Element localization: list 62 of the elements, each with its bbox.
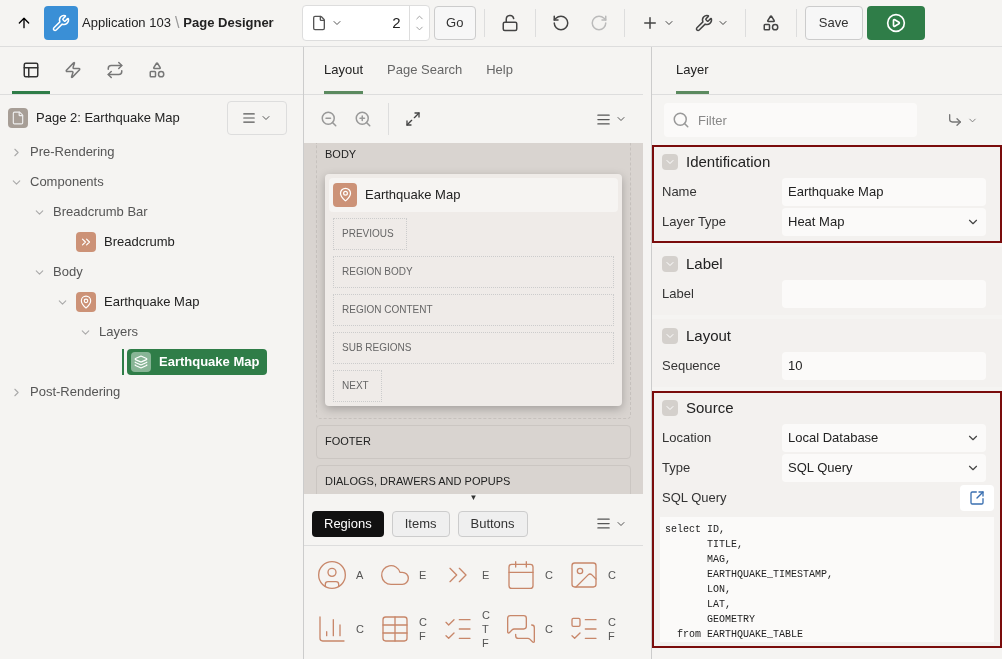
group-title[interactable]: Identification (686, 150, 771, 174)
text-field[interactable]: 10 (782, 352, 986, 380)
gallery-item[interactable]: E (379, 554, 442, 596)
group-title[interactable]: Layout (686, 324, 732, 348)
gallery-item[interactable]: C F (568, 608, 631, 648)
gallery-item[interactable]: C F (379, 608, 442, 648)
page-selector[interactable]: 2 (301, 5, 430, 41)
tree-item[interactable]: Pre-Rendering (30, 139, 115, 165)
tab[interactable]: Page Search (387, 48, 463, 94)
tree-item[interactable]: Breadcrumb (76, 229, 175, 255)
page-number: 2 (392, 12, 401, 33)
gallery-item[interactable]: C (316, 608, 379, 648)
tree-item[interactable]: Body (53, 259, 83, 285)
layout-section[interactable]: FOOTER (316, 424, 631, 459)
field-label: Location (662, 429, 713, 448)
group-title[interactable]: Source (686, 396, 734, 420)
region-slot[interactable]: NEXT (333, 369, 382, 402)
region-slot[interactable]: SUB REGIONS (333, 331, 614, 364)
tab[interactable]: Help (486, 48, 513, 94)
field-label: Type (662, 459, 692, 478)
page-title: Page Designer (183, 14, 274, 33)
tree-item[interactable]: Post-Rendering (30, 379, 121, 405)
select-field[interactable]: SQL Query (782, 454, 986, 482)
tree-item[interactable]: Layers (99, 319, 139, 345)
tab[interactable]: Layer (676, 48, 709, 94)
select-field[interactable]: Local Database (782, 424, 986, 452)
tree-item[interactable]: Breadcrumb Bar (53, 199, 148, 225)
tree-item[interactable]: Earthquake Map (76, 289, 200, 315)
group-title[interactable]: Label (686, 252, 723, 276)
gallery-item[interactable]: C (568, 554, 631, 596)
region-title[interactable]: Earthquake Map (365, 184, 461, 205)
page-node[interactable]: Page 2: Earthquake Map (36, 108, 180, 128)
gallery-item[interactable]: C (505, 608, 568, 648)
select-field[interactable]: Heat Map (782, 208, 986, 236)
gallery-tab[interactable]: Buttons (457, 510, 528, 537)
gallery-item[interactable]: C (505, 554, 568, 596)
field-label: Label (662, 285, 695, 304)
gallery-item[interactable]: E (442, 554, 505, 596)
application-link[interactable]: Application 103 (82, 13, 171, 33)
tree-item[interactable]: Components (30, 169, 104, 195)
gallery-item[interactable]: C T F (442, 608, 505, 648)
region-slot[interactable]: REGION CONTENT (333, 293, 614, 326)
breadcrumb-separator: \ (174, 13, 180, 33)
field-label: Sequence (662, 357, 722, 376)
gallery-item[interactable]: A (316, 554, 379, 596)
splitter-handle[interactable]: ▼ (469, 494, 478, 502)
code-editor[interactable]: select ID, TITLE, MAG, EARTHQUAKE_TIMESTAMP, LON, LAT, GEOMETRY from EARTHQUAKE_TABLE (660, 517, 994, 642)
section-label: BODY (325, 147, 358, 162)
region-slot[interactable]: PREVIOUS (333, 217, 407, 250)
layout-section[interactable]: DIALOGS, DRAWERS AND POPUPS (316, 464, 631, 494)
field-label: SQL Query (662, 489, 727, 508)
save-button[interactable]: Save (804, 6, 863, 40)
filter-field[interactable]: Filter (664, 103, 917, 137)
gallery-tab[interactable]: Items (391, 510, 450, 537)
gallery-tab[interactable]: Regions (312, 510, 384, 537)
go-button[interactable]: Go (433, 6, 476, 40)
text-field[interactable]: Earthquake Map (782, 178, 986, 206)
field-label: Layer Type (662, 213, 728, 232)
tab[interactable]: Layout (324, 48, 364, 94)
region-slot[interactable]: REGION BODY (333, 255, 614, 288)
tree-item[interactable]: Earthquake Map (127, 349, 268, 375)
field-label: Name (662, 183, 698, 202)
